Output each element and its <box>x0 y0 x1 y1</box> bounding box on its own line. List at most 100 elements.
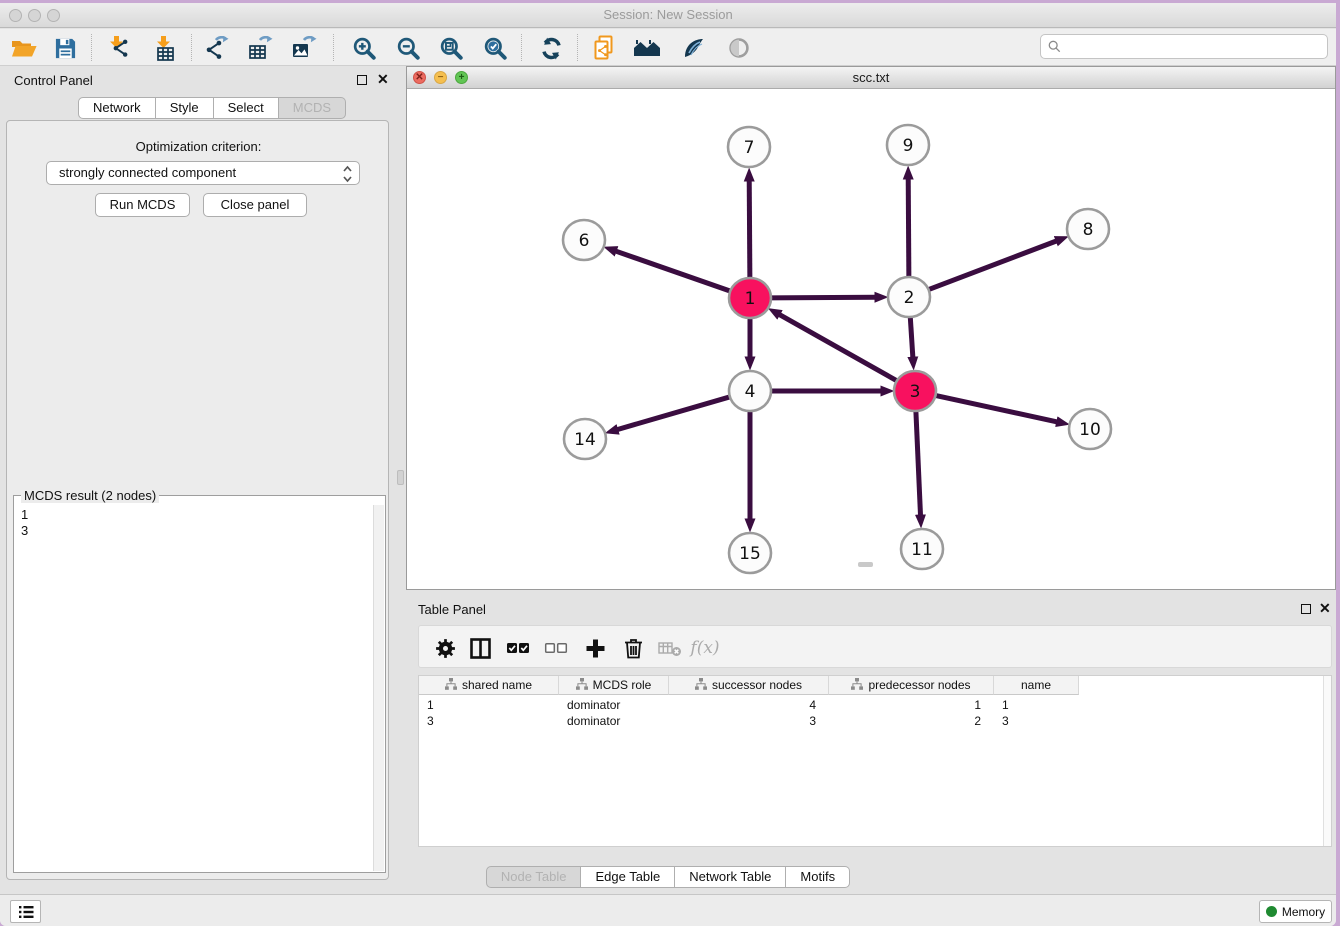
tab-network[interactable]: Network <box>78 97 156 119</box>
svg-text:8: 8 <box>1083 220 1094 240</box>
table-row[interactable]: 3dominator323 <box>419 713 1079 729</box>
network-view-titlebar[interactable]: ✕ − + scc.txt <box>407 67 1335 89</box>
column-header-shared-name[interactable]: shared name <box>419 676 559 695</box>
graph-edge-1-2[interactable] <box>768 297 875 298</box>
graph-node-9[interactable]: 9 <box>887 125 929 165</box>
select-stepper-icon <box>342 164 353 191</box>
cell-predecessor-nodes[interactable]: 2 <box>829 713 994 729</box>
graph-edge-2-8[interactable] <box>926 241 1056 291</box>
graph-node-10[interactable]: 10 <box>1069 409 1111 449</box>
graph-edge-1-6[interactable] <box>616 251 733 292</box>
zoom-selected-icon[interactable] <box>481 34 509 62</box>
zoom-out-icon[interactable] <box>394 34 422 62</box>
export-network-icon[interactable] <box>203 34 231 62</box>
column-header-MCDS-role[interactable]: MCDS role <box>559 676 669 695</box>
add-column-icon[interactable] <box>581 634 609 662</box>
window-title: Session: New Session <box>0 7 1336 22</box>
mcds-result-text[interactable]: 1 3 <box>15 505 373 871</box>
split-table-icon[interactable] <box>466 634 494 662</box>
tab-mcds[interactable]: MCDS <box>279 97 346 119</box>
memory-button[interactable]: Memory <box>1259 900 1332 923</box>
tab-motifs[interactable]: Motifs <box>786 866 850 888</box>
table-row[interactable]: 1dominator411 <box>419 697 1079 713</box>
graph-edge-2-3[interactable] <box>910 315 913 357</box>
refresh-icon[interactable] <box>537 34 565 62</box>
run-mcds-button[interactable]: Run MCDS <box>95 193 190 217</box>
mcds-result-scrollbar[interactable] <box>373 505 384 871</box>
graph-node-2[interactable]: 2 <box>888 277 930 317</box>
table-settings-icon[interactable] <box>431 634 459 662</box>
column-label: successor nodes <box>712 678 802 692</box>
tab-select[interactable]: Select <box>214 97 279 119</box>
svg-text:2: 2 <box>904 288 915 308</box>
criterion-select[interactable]: strongly connected component <box>46 161 360 185</box>
table-panel-close-icon[interactable]: ✕ <box>1319 602 1331 614</box>
import-network-icon[interactable] <box>105 34 133 62</box>
tab-node-table[interactable]: Node Table <box>486 866 582 888</box>
close-panel-button[interactable]: Close panel <box>203 193 307 217</box>
cell-MCDS-role[interactable]: dominator <box>559 713 669 729</box>
graph-node-15[interactable]: 15 <box>729 533 771 573</box>
graph-node-1[interactable]: 1 <box>729 278 771 318</box>
cell-name[interactable]: 1 <box>994 697 1079 713</box>
select-all-checkboxes-icon[interactable] <box>504 634 532 662</box>
column-header-successor-nodes[interactable]: successor nodes <box>669 676 829 695</box>
graph-node-14[interactable]: 14 <box>564 419 606 459</box>
control-panel-float-icon[interactable] <box>357 75 367 85</box>
graph-node-11[interactable]: 11 <box>901 529 943 569</box>
table-panel-float-icon[interactable] <box>1301 604 1311 614</box>
cell-predecessor-nodes[interactable]: 1 <box>829 697 994 713</box>
graph-edge-3-10[interactable] <box>933 395 1057 422</box>
open-session-icon[interactable] <box>10 34 38 62</box>
graph-node-4[interactable]: 4 <box>729 371 771 411</box>
cell-MCDS-role[interactable]: dominator <box>559 697 669 713</box>
cell-shared-name[interactable]: 3 <box>419 713 559 729</box>
svg-text:15: 15 <box>739 544 761 564</box>
network-hscroll-thumb[interactable] <box>858 562 873 567</box>
network-vscroll-thumb[interactable] <box>397 470 404 485</box>
column-header-name[interactable]: name <box>994 676 1079 695</box>
zoom-in-icon[interactable] <box>350 34 378 62</box>
hide-graphics-icon <box>725 34 753 62</box>
task-history-button[interactable] <box>10 900 41 923</box>
deselect-all-checkboxes-icon[interactable] <box>542 634 570 662</box>
table-scrollbar[interactable] <box>1323 676 1331 846</box>
home-icon[interactable] <box>634 34 662 62</box>
tab-style[interactable]: Style <box>156 97 214 119</box>
graph-edge-2-9[interactable] <box>908 178 909 278</box>
hierarchy-icon <box>695 678 707 693</box>
column-header-predecessor-nodes[interactable]: predecessor nodes <box>829 676 994 695</box>
graph-edge-1-7[interactable] <box>749 180 750 279</box>
graph-node-8[interactable]: 8 <box>1067 209 1109 249</box>
search-input[interactable] <box>1065 36 1323 57</box>
cell-shared-name[interactable]: 1 <box>419 697 559 713</box>
table-toolbar: f(x) <box>418 625 1332 668</box>
svg-text:1: 1 <box>745 289 756 309</box>
zoom-fit-icon[interactable] <box>437 34 465 62</box>
toolbar-separator <box>333 34 334 61</box>
save-session-icon[interactable] <box>51 34 79 62</box>
graph-edge-3-11[interactable] <box>916 409 921 515</box>
export-image-icon[interactable] <box>291 34 319 62</box>
export-table-icon[interactable] <box>247 34 275 62</box>
graph-edge-4-14[interactable] <box>617 396 732 429</box>
duplicate-network-icon[interactable] <box>591 34 619 62</box>
cell-successor-nodes[interactable]: 3 <box>669 713 829 729</box>
tab-edge-table[interactable]: Edge Table <box>581 866 675 888</box>
graph-node-6[interactable]: 6 <box>563 220 605 260</box>
tab-network-table[interactable]: Network Table <box>675 866 786 888</box>
search-box[interactable] <box>1040 34 1328 59</box>
graph-edge-3-1[interactable] <box>779 314 899 381</box>
cell-name[interactable]: 3 <box>994 713 1079 729</box>
render-style-icon[interactable] <box>680 34 708 62</box>
graph-node-3[interactable]: 3 <box>894 371 936 411</box>
optimization-criterion-label: Optimization criterion: <box>7 139 390 154</box>
import-table-icon[interactable] <box>151 34 179 62</box>
cell-successor-nodes[interactable]: 4 <box>669 697 829 713</box>
delete-column-icon[interactable] <box>619 634 647 662</box>
control-panel-close-icon[interactable]: ✕ <box>377 73 389 85</box>
status-bar: Memory <box>0 894 1336 926</box>
mcds-result-title: MCDS result (2 nodes) <box>21 488 159 503</box>
network-canvas[interactable]: 1 2 3 4 6 7 8 9 10 11 14 15 <box>407 89 1335 589</box>
graph-node-7[interactable]: 7 <box>728 127 770 167</box>
